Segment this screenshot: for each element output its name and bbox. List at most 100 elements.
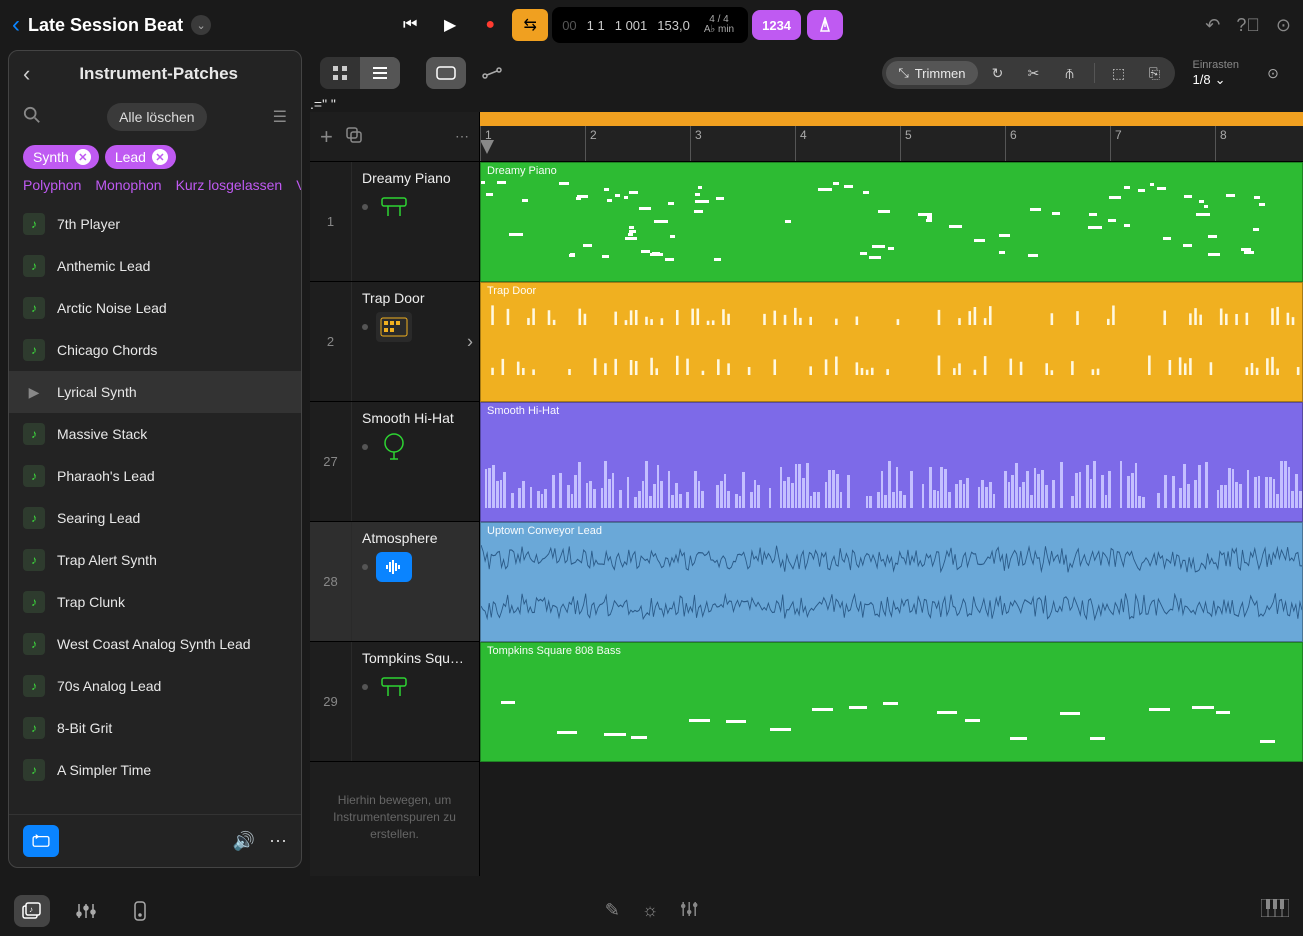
patch-type-icon: ♪ (23, 549, 45, 571)
patch-item[interactable]: ♪A Simpler Time (9, 749, 301, 791)
track-instrument-icon[interactable] (376, 192, 412, 222)
region[interactable]: Tompkins Square 808 Bass (480, 642, 1303, 762)
patch-label: Pharaoh's Lead (57, 468, 155, 484)
preview-volume-icon[interactable]: 🔊 (233, 831, 255, 852)
copy-tool-icon[interactable]: ⎘ (1139, 65, 1171, 82)
chevron-right-icon[interactable]: › (467, 331, 473, 352)
region-label: Trap Door (487, 285, 536, 297)
automation-view-button[interactable] (472, 57, 512, 89)
patch-item[interactable]: ♪70s Analog Lead (9, 665, 301, 707)
patch-item[interactable]: ♪Pharaoh's Lead (9, 455, 301, 497)
live-loops-tab-button[interactable] (122, 895, 158, 927)
more-icon[interactable]: ⊙ (1276, 15, 1291, 36)
split-tool-icon[interactable]: ✂ (1018, 65, 1050, 82)
sidebar-more-icon[interactable]: ⋯ (269, 831, 287, 852)
project-title[interactable]: Late Session Beat (28, 15, 183, 36)
patch-item[interactable]: ♪Massive Stack (9, 413, 301, 455)
subtag[interactable]: Kurz losgelassen (176, 177, 283, 193)
track-header[interactable]: 1Dreamy Piano (310, 162, 479, 282)
track-header-more-icon[interactable]: ⋯ (455, 128, 469, 145)
trim-button[interactable]: ⤡ Trimmen (886, 61, 977, 85)
track-enable-dot[interactable] (362, 444, 368, 450)
lcd-display[interactable]: 00 1 1 1 001 153,0 4 / 4 A♭ min (552, 7, 748, 43)
cycle-button[interactable]: ⇆ (512, 9, 548, 41)
patch-item[interactable]: ♪West Coast Analog Synth Lead (9, 623, 301, 665)
subtag[interactable]: Monophon (95, 177, 161, 193)
subtag[interactable]: Polyphon (23, 177, 81, 193)
timeline[interactable]: 12345678 Dreamy Piano Trap Door Smooth Hi-… (480, 112, 1303, 876)
clear-filters-button[interactable]: Alle löschen (107, 103, 207, 131)
toolbar-more-icon[interactable]: ⊙ (1253, 57, 1293, 89)
duplicate-track-icon[interactable] (345, 126, 363, 147)
region[interactable]: Trap Door (480, 282, 1303, 402)
play-button[interactable]: ▶ (432, 9, 468, 41)
patch-item[interactable]: ♪Arctic Noise Lead (9, 287, 301, 329)
lcd-bar: 1 1 (587, 18, 605, 33)
filter-tag-synth[interactable]: Synth✕ (23, 145, 99, 169)
track-instrument-icon[interactable] (376, 312, 412, 342)
track-enable-dot[interactable] (362, 564, 368, 570)
region[interactable]: Dreamy Piano (480, 162, 1303, 282)
record-button[interactable]: ● (472, 9, 508, 41)
track-instrument-icon[interactable] (376, 552, 412, 582)
brightness-icon[interactable]: ☼ (642, 900, 659, 923)
loop-browser-button[interactable] (23, 825, 59, 857)
track-header[interactable]: 29Tompkins Squ… (310, 642, 479, 762)
patch-item[interactable]: ▶Lyrical Synth (9, 371, 301, 413)
patch-item[interactable]: ♪7th Player (9, 203, 301, 245)
track-instrument-icon[interactable] (376, 432, 412, 462)
mixer-tab-button[interactable] (68, 895, 104, 927)
search-icon[interactable] (23, 106, 41, 129)
project-dropdown-icon[interactable]: ⌄ (191, 15, 211, 35)
lcd-beat: 1 001 (615, 18, 648, 33)
remove-tag-icon[interactable]: ✕ (152, 149, 168, 165)
add-track-button[interactable]: + (320, 124, 333, 150)
keyboard-icon[interactable] (1261, 899, 1289, 923)
patch-list[interactable]: ♪7th Player♪Anthemic Lead♪Arctic Noise L… (9, 203, 301, 814)
view-options-icon[interactable]: ☰ (273, 107, 287, 127)
list-view-button[interactable] (360, 57, 400, 89)
cycle-range[interactable] (480, 112, 1303, 126)
track-header[interactable]: 27Smooth Hi-Hat (310, 402, 479, 522)
count-in-pill[interactable]: 1234 (752, 10, 801, 40)
pencil-tool-icon[interactable]: ✎ (605, 900, 620, 923)
patch-type-icon: ♪ (23, 213, 45, 235)
rewind-button[interactable]: ⏮ (392, 9, 428, 41)
ruler[interactable]: 12345678 (480, 126, 1303, 162)
filter-tag-lead[interactable]: Lead✕ (105, 145, 176, 169)
patch-type-icon: ▶ (23, 381, 45, 403)
patch-item[interactable]: ♪Trap Alert Synth (9, 539, 301, 581)
track-enable-dot[interactable] (362, 684, 368, 690)
patch-item[interactable]: ♪Chicago Chords (9, 329, 301, 371)
lcd-tempo: 153,0 (657, 18, 690, 33)
snap-setting[interactable]: Einrasten 1/8 ⌄ (1193, 59, 1239, 88)
region[interactable]: Uptown Conveyor Lead (480, 522, 1303, 642)
patch-item[interactable]: ♪8-Bit Grit (9, 707, 301, 749)
patch-item[interactable]: ♪Trap Clunk (9, 581, 301, 623)
track-header[interactable]: 2Trap Door› (310, 282, 479, 402)
marquee-tool-icon[interactable]: ⬚ (1103, 65, 1135, 82)
metronome-pill[interactable] (807, 10, 843, 40)
subtag[interactable]: Voic (296, 177, 301, 193)
patch-type-icon: ♪ (23, 675, 45, 697)
help-icon[interactable]: ?⃝ (1236, 15, 1260, 36)
patch-item[interactable]: ♪Anthemic Lead (9, 245, 301, 287)
track-enable-dot[interactable] (362, 204, 368, 210)
undo-icon[interactable]: ↶ (1205, 15, 1220, 36)
library-tab-button[interactable]: ♪ (14, 895, 50, 927)
region[interactable]: Smooth Hi-Hat (480, 402, 1303, 522)
sliders-icon[interactable] (680, 900, 698, 923)
back-button[interactable]: ‹ (12, 11, 20, 39)
remove-tag-icon[interactable]: ✕ (75, 149, 91, 165)
loop-tool-icon[interactable]: ↻ (982, 65, 1014, 82)
join-tool-icon[interactable]: ⫚ (1054, 65, 1086, 82)
hihat-pattern (481, 458, 1302, 508)
track-instrument-icon[interactable] (376, 672, 412, 702)
track-number: 28 (310, 522, 352, 641)
sidebar-back-button[interactable]: ‹ (23, 61, 30, 87)
track-enable-dot[interactable] (362, 324, 368, 330)
track-header[interactable]: 28Atmosphere (310, 522, 479, 642)
patch-item[interactable]: ♪Searing Lead (9, 497, 301, 539)
region-view-button[interactable] (426, 57, 466, 89)
grid-view-button[interactable] (320, 57, 360, 89)
